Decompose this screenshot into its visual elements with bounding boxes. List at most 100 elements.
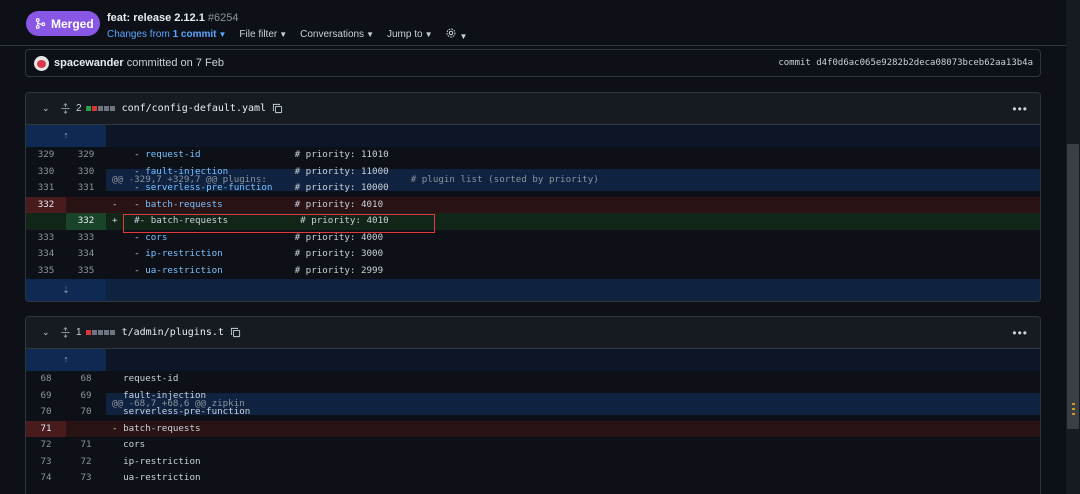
file-options-icon[interactable]: •••: [1012, 102, 1028, 116]
new-line-number[interactable]: 335: [66, 263, 106, 280]
conversations-dropdown[interactable]: Conversations ▼: [300, 29, 374, 40]
settings-dropdown[interactable]: ▼: [445, 27, 467, 42]
spacing: [228, 166, 294, 177]
old-line-number[interactable]: 335: [26, 263, 66, 280]
yaml-prefix: -: [123, 248, 146, 259]
new-line-number[interactable]: 71: [66, 437, 106, 454]
new-line-number[interactable]: 73: [66, 470, 106, 487]
old-line-number[interactable]: 331: [26, 180, 66, 197]
code-text: serverless-pre-function: [123, 406, 251, 417]
expand-all-icon[interactable]: [60, 327, 71, 338]
line-code: serverless-pre-function: [106, 404, 1040, 421]
diff-sign: [112, 406, 123, 417]
yaml-value: batch-requests: [145, 198, 223, 210]
yaml-value: request-id: [145, 149, 201, 160]
spacing: [223, 248, 295, 259]
old-line-number[interactable]: 68: [26, 371, 66, 388]
line-code: - ip-restriction # priority: 3000: [106, 246, 1040, 263]
copy-icon[interactable]: [230, 327, 241, 338]
new-line-number[interactable]: 332: [66, 213, 106, 230]
copy-icon[interactable]: [272, 103, 283, 114]
file-filter-dropdown[interactable]: File filter ▼: [239, 29, 287, 40]
file-options-icon[interactable]: •••: [1012, 326, 1028, 340]
line-code: - serverless-pre-function # priority: 10…: [106, 180, 1040, 197]
collapse-chevron-icon[interactable]: ⌄: [42, 103, 52, 114]
file-name[interactable]: conf/config-default.yaml: [122, 103, 267, 114]
yaml-value: ua-restriction: [145, 264, 223, 276]
new-line-number[interactable]: 72: [66, 454, 106, 471]
commit-sha[interactable]: commit d4f0d6ac065e9282b2deca08073bceb62…: [778, 58, 1033, 68]
new-line-number[interactable]: 334: [66, 246, 106, 263]
hunk-footer: ⇣: [26, 279, 1040, 301]
line-code: cors: [106, 437, 1040, 454]
yaml-prefix: #-: [123, 215, 151, 226]
yaml-comment: # priority: 3000: [294, 248, 384, 259]
diffstat-block: [85, 330, 91, 335]
old-line-number[interactable]: 330: [26, 164, 66, 181]
old-line-number[interactable]: 70: [26, 404, 66, 421]
diff-line: 335 335 - ua-restriction # priority: 2999: [26, 263, 1040, 280]
line-code: request-id: [106, 371, 1040, 388]
new-line-number[interactable]: 68: [66, 371, 106, 388]
diff-sign: -: [112, 422, 124, 434]
old-line-number[interactable]: 73: [26, 454, 66, 471]
code-text: ip-restriction: [123, 455, 201, 467]
new-line-number[interactable]: 69: [66, 388, 106, 405]
pr-title: feat: release 2.12.1: [107, 12, 205, 24]
diff-line: 333 333 - cors # priority: 4000: [26, 230, 1040, 247]
file-name[interactable]: t/admin/plugins.t: [122, 327, 224, 338]
new-line-number[interactable]: 70: [66, 404, 106, 421]
file-filter-label: File filter: [239, 29, 278, 40]
code-text: request-id: [123, 373, 179, 384]
old-line-number[interactable]: 332: [26, 196, 66, 213]
new-line-number[interactable]: 329: [66, 147, 106, 164]
new-line-number[interactable]: 333: [66, 230, 106, 247]
changes-count-link[interactable]: 1 commit: [173, 29, 217, 40]
file-header: ⌄ 2 conf/config-default.yaml •••: [26, 93, 1040, 125]
hunk-header: ⇡ @@ -68,7 +68,6 @@ zipkin: [26, 349, 1040, 415]
diff-sign: [112, 472, 123, 483]
diff-sign: [112, 166, 123, 177]
code-text: cors: [123, 439, 146, 450]
diffstat-block: [97, 106, 103, 111]
line-code: - batch-requests: [106, 421, 1040, 438]
yaml-prefix: -: [123, 198, 146, 210]
diff-sign: [112, 182, 123, 193]
yaml-comment: # priority: 4010: [300, 215, 389, 226]
scrollbar-thumb[interactable]: [1067, 144, 1079, 429]
new-line-number[interactable]: 330: [66, 164, 106, 181]
commit-author[interactable]: spacewander: [54, 57, 124, 69]
diff-line: 329 329 - request-id # priority: 11010: [26, 147, 1040, 164]
expand-down-icon[interactable]: ⇣: [26, 279, 106, 301]
line-code: - cors # priority: 4000: [106, 230, 1040, 247]
old-line-number[interactable]: 69: [26, 388, 66, 405]
collapse-chevron-icon[interactable]: ⌄: [42, 327, 52, 338]
diffstat-blocks: [85, 106, 115, 111]
diffstat-block: [103, 330, 109, 335]
conversations-label: Conversations: [300, 29, 365, 40]
diffstat-block: [109, 330, 115, 335]
diff-line: 68 68 request-id: [26, 371, 1040, 388]
old-line-number[interactable]: 329: [26, 147, 66, 164]
old-line-number[interactable]: 72: [26, 437, 66, 454]
expand-all-icon[interactable]: [60, 103, 71, 114]
diff-line: 71 - batch-requests: [26, 420, 1040, 438]
jump-to-label: Jump to: [386, 29, 423, 40]
old-line-number[interactable]: 333: [26, 230, 66, 247]
expand-up-icon[interactable]: ⇡: [26, 349, 106, 371]
diff-line: 334 334 - ip-restriction # priority: 3000: [26, 246, 1040, 263]
expand-up-icon[interactable]: ⇡: [26, 125, 106, 147]
diff-line: 73 72 ip-restriction: [26, 454, 1040, 471]
diff-line: 72 71 cors: [26, 437, 1040, 454]
jump-to-dropdown[interactable]: Jump to ▼: [387, 29, 433, 40]
gear-icon: [446, 28, 456, 38]
avatar[interactable]: [34, 55, 49, 71]
old-line-number[interactable]: 334: [26, 246, 66, 263]
changes-from-dropdown[interactable]: Changes from 1 commit ▼: [107, 29, 226, 40]
scroll-markers: [1070, 400, 1076, 426]
old-line-number[interactable]: 74: [26, 470, 66, 487]
yaml-comment: # priority: 2999: [294, 264, 384, 276]
line-code: ip-restriction: [106, 454, 1040, 471]
new-line-number[interactable]: 331: [66, 180, 106, 197]
old-line-number[interactable]: 71: [26, 420, 66, 437]
